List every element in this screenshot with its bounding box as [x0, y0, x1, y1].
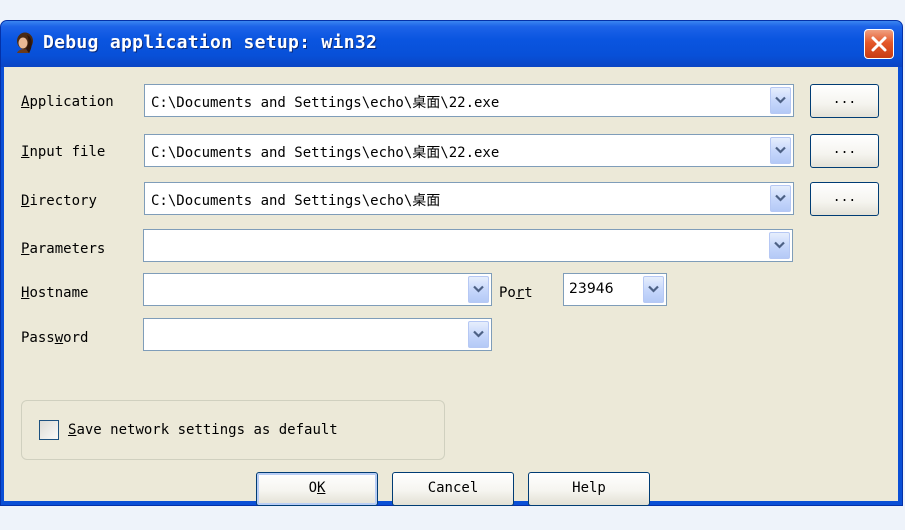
password-dropdown-button[interactable]: [468, 321, 489, 348]
application-dropdown-button[interactable]: [770, 87, 791, 114]
application-value: C:\Documents and Settings\echo\桌面\22.exe: [151, 95, 500, 111]
hostname-label: Hostname: [21, 285, 89, 301]
input-file-dropdown-button[interactable]: [770, 137, 791, 164]
save-network-settings-checkbox[interactable]: [39, 420, 59, 440]
directory-value: C:\Documents and Settings\echo\桌面: [151, 193, 441, 209]
input-file-label: Input file: [21, 144, 106, 160]
chevron-down-icon: [775, 194, 786, 202]
dialog-client-area: Application C:\Documents and Settings\ec…: [4, 67, 898, 506]
close-button[interactable]: [864, 29, 894, 59]
directory-dropdown-button[interactable]: [770, 185, 791, 212]
hostname-dropdown-button[interactable]: [468, 276, 489, 303]
port-value: 23946: [569, 281, 614, 297]
cancel-button[interactable]: Cancel: [392, 472, 514, 506]
parameters-dropdown-button[interactable]: [769, 232, 790, 259]
application-browse-button[interactable]: ...: [810, 84, 879, 118]
directory-combo[interactable]: C:\Documents and Settings\echo\桌面: [144, 182, 794, 215]
directory-browse-button[interactable]: ...: [810, 182, 879, 216]
help-button[interactable]: Help: [528, 472, 650, 506]
save-network-settings-label[interactable]: Save network settings as default: [68, 422, 338, 438]
chevron-down-icon: [775, 96, 786, 104]
parameters-combo[interactable]: [143, 229, 793, 262]
ida-woman-icon: [11, 31, 37, 57]
hostname-combo[interactable]: [143, 273, 492, 306]
ok-button[interactable]: OK: [256, 472, 378, 506]
parameters-label: Parameters: [21, 241, 106, 257]
input-file-combo[interactable]: C:\Documents and Settings\echo\桌面\22.exe: [144, 134, 794, 167]
port-dropdown-button[interactable]: [643, 276, 664, 303]
password-label: Password: [21, 330, 89, 346]
application-label: Application: [21, 94, 114, 110]
directory-label: Directory: [21, 193, 97, 209]
title-bar[interactable]: Debug application setup: win32: [1, 21, 902, 67]
chevron-down-icon: [775, 146, 786, 154]
input-file-value: C:\Documents and Settings\echo\桌面\22.exe: [151, 145, 500, 161]
chevron-down-icon: [774, 241, 785, 249]
port-label: Port: [499, 285, 533, 301]
close-x-icon: [871, 36, 887, 52]
dialog-title: Debug application setup: win32: [43, 32, 378, 53]
application-combo[interactable]: C:\Documents and Settings\echo\桌面\22.exe: [144, 84, 794, 117]
password-combo[interactable]: [143, 318, 492, 351]
input-file-browse-button[interactable]: ...: [810, 134, 879, 168]
debug-setup-dialog: Debug application setup: win32 Applicati…: [0, 20, 903, 506]
port-combo[interactable]: 23946: [563, 273, 667, 306]
chevron-down-icon: [648, 285, 659, 293]
chevron-down-icon: [473, 330, 484, 338]
chevron-down-icon: [473, 285, 484, 293]
